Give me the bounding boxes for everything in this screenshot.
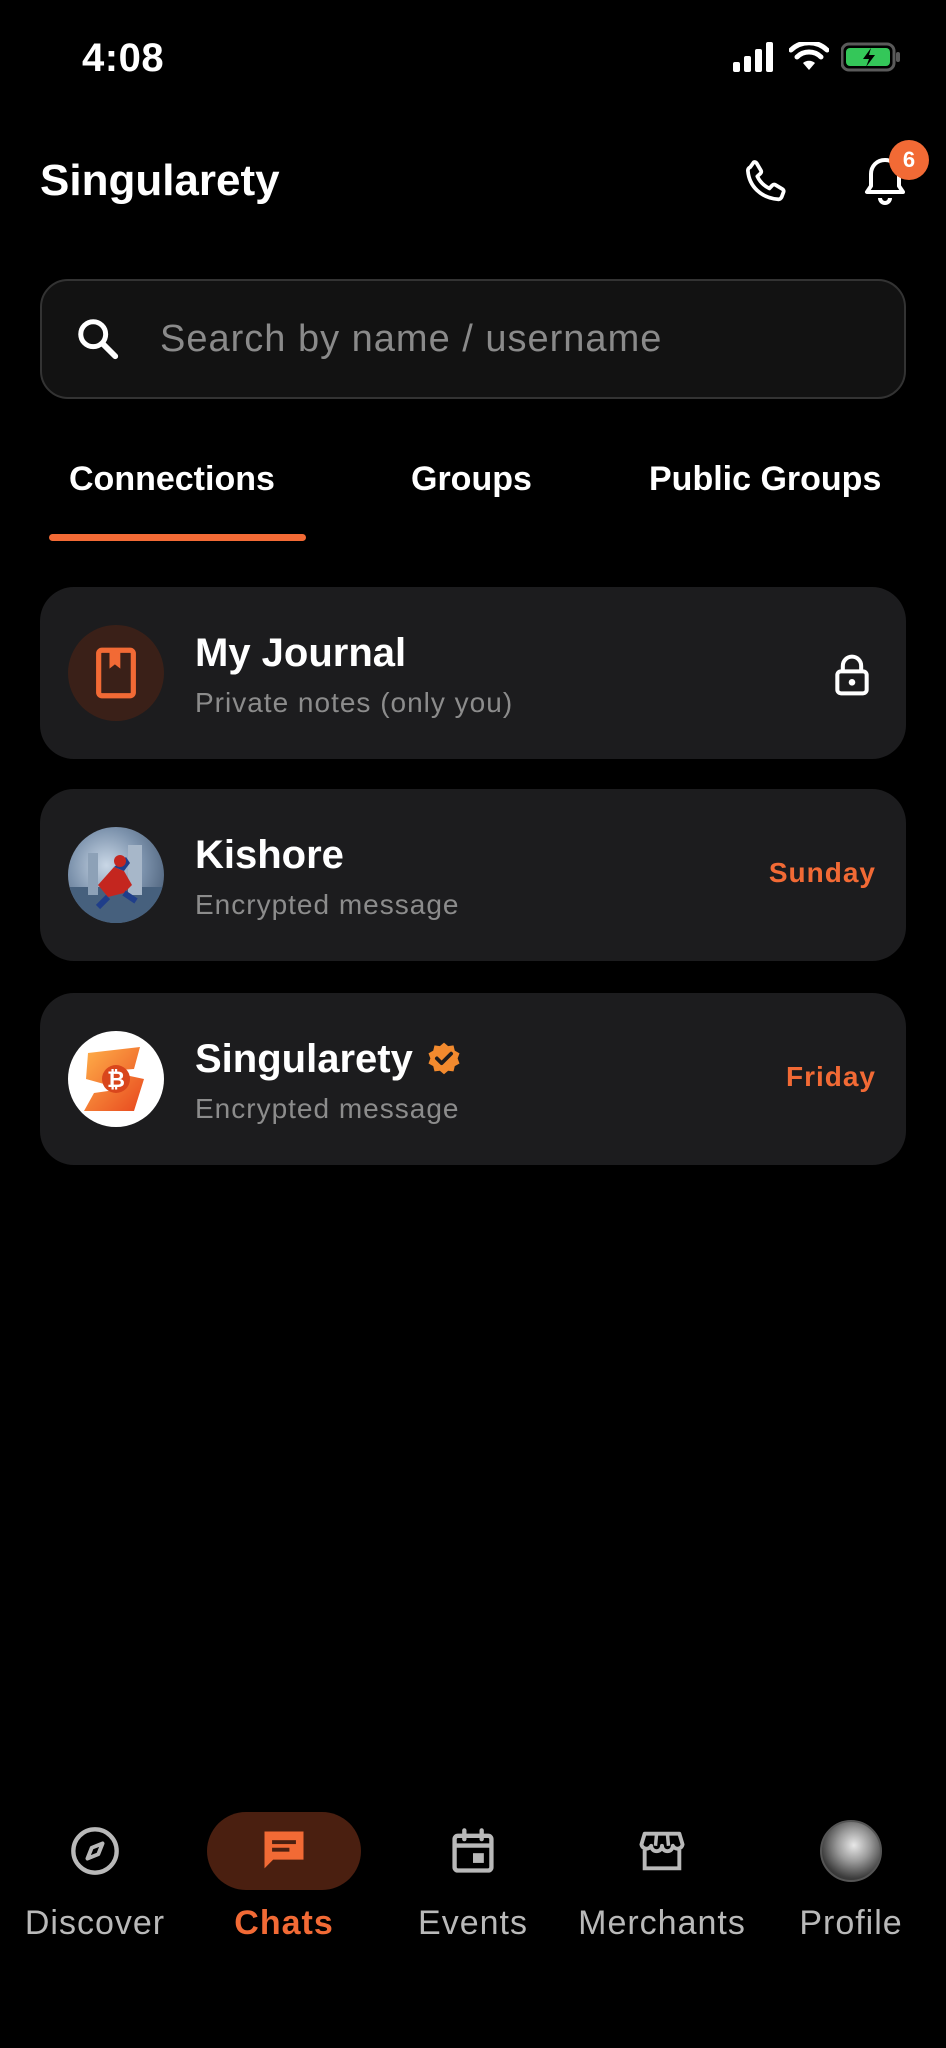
chat-item-kishore[interactable]: Kishore Encrypted message Sunday: [40, 789, 906, 961]
chat-item-my-journal[interactable]: My Journal Private notes (only you): [40, 587, 906, 759]
chat-name: My Journal: [195, 631, 407, 675]
svg-text:₿: ₿: [107, 1067, 125, 1092]
chat-subtitle: Encrypted message: [195, 889, 460, 920]
profile-avatar: [820, 1820, 882, 1882]
status-time: 4:08: [82, 36, 165, 80]
status-icons: [733, 42, 901, 72]
singularety-logo-icon: ₿: [84, 1047, 144, 1111]
chat-subtitle: Private notes (only you): [195, 687, 514, 718]
chat-timestamp: Friday: [785, 1061, 876, 1092]
avatar: [68, 625, 164, 721]
nav-label: Chats: [234, 1904, 334, 1942]
search-input[interactable]: [160, 317, 860, 361]
tab-bar: Connections Groups Public Groups: [0, 450, 946, 541]
search-icon: [74, 315, 122, 363]
avatar: ₿: [68, 1031, 164, 1127]
nav-label: Discover: [24, 1904, 166, 1942]
chat-name: Kishore: [195, 833, 344, 877]
notifications-button[interactable]: 6: [855, 140, 929, 212]
nav-chats[interactable]: Chats: [189, 1800, 379, 1950]
nav-discover[interactable]: Discover: [0, 1800, 190, 1950]
chat-subtitle: Encrypted message: [195, 1093, 460, 1124]
status-bar: 4:08: [0, 0, 946, 120]
tab-groups[interactable]: Groups: [411, 460, 532, 499]
nav-events[interactable]: Events: [378, 1800, 568, 1950]
chat-timestamp: Sunday: [768, 857, 876, 888]
avatar: [68, 827, 164, 923]
compass-icon: [18, 1812, 172, 1890]
wifi-icon: [789, 42, 829, 70]
nav-merchants[interactable]: Merchants: [567, 1800, 757, 1950]
phone-icon: [746, 160, 786, 202]
active-tab-indicator: [49, 534, 306, 541]
app-header: Singularety 6: [0, 140, 946, 230]
profile-avatar-icon: [774, 1812, 928, 1890]
nav-label: Profile: [799, 1904, 903, 1942]
nav-label: Events: [418, 1904, 528, 1942]
search-bar[interactable]: [40, 279, 906, 399]
notification-badge: 6: [889, 140, 929, 180]
bookmark-icon: [96, 647, 136, 699]
lock-icon: [835, 654, 869, 696]
chat-icon: [207, 1812, 361, 1890]
tab-connections[interactable]: Connections: [69, 460, 275, 499]
nav-label: Merchants: [578, 1904, 746, 1942]
chat-item-singularety[interactable]: ₿ Singularety Encrypted message Friday: [40, 993, 906, 1165]
tab-public-groups[interactable]: Public Groups: [649, 460, 881, 499]
calendar-icon: [396, 1812, 550, 1890]
verified-badge-icon: [428, 1042, 460, 1074]
store-icon: [585, 1812, 739, 1890]
bottom-navigation: Discover Chats Events Merchants Profile: [0, 1800, 946, 1960]
avatar-image: [68, 845, 164, 923]
chat-name: Singularety: [195, 1037, 463, 1082]
battery-charging-icon: [841, 42, 900, 72]
nav-profile[interactable]: Profile: [756, 1800, 946, 1950]
cellular-signal-icon: [733, 42, 773, 72]
app-title: Singularety: [40, 156, 280, 205]
call-button[interactable]: [735, 152, 795, 212]
